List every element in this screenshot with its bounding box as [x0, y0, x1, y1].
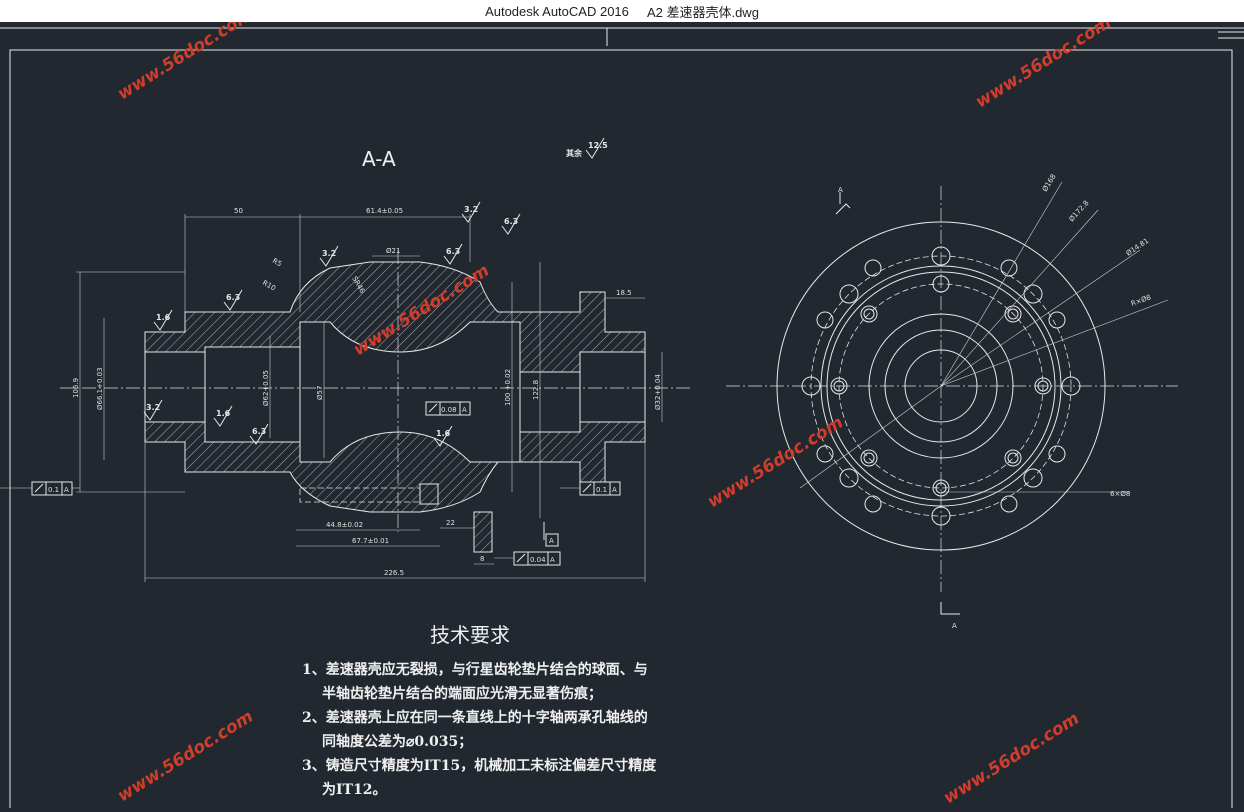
section-label: A-A	[362, 147, 396, 171]
dim-226: 226.5	[384, 569, 404, 577]
rough-9: 1.6	[216, 409, 231, 418]
flange-view: Ø168 Ø172.8 Ø14.81 R×Ø8 6×Ø8 A A	[726, 173, 1178, 630]
app-name: Autodesk AutoCAD 2016	[485, 3, 629, 19]
watermark: www.56doc.com	[114, 707, 257, 807]
bolt-hole	[1048, 445, 1066, 463]
dim-8: 8	[480, 555, 484, 563]
watermark: www.56doc.com	[972, 22, 1115, 112]
tech-req-line-3: 2、差速器壳上应在同一条直线上的十字轴两承孔轴线的	[302, 709, 648, 726]
dim-106: 106.9	[72, 378, 80, 398]
dim-r5: R5	[271, 257, 283, 269]
svg-text:0.04: 0.04	[530, 556, 546, 564]
cad-drawing[interactable]: A-A 其余 12.5 50 61.4±0.05 18.5 R5 R10 SR4…	[0, 5, 1244, 811]
flange-dim-six-holes: 6×Ø8	[1110, 490, 1130, 498]
view-a-top-label: A	[838, 186, 843, 194]
svg-text:A: A	[64, 486, 69, 494]
dim-r10: R10	[261, 279, 277, 293]
datum-a-marker: A	[543, 522, 559, 547]
flange-dim-radius: R×Ø8	[1130, 293, 1152, 308]
housing-lower-section	[144, 421, 646, 513]
title-bar: Autodesk AutoCAD 2016 A2 差速器壳体.dwg	[0, 0, 1244, 22]
dim-61: 61.4±0.05	[366, 207, 403, 215]
flange-bottom-lug	[473, 511, 493, 553]
tech-req-title: 技术要求	[430, 623, 510, 647]
watermark: www.56doc.com	[940, 709, 1083, 808]
dim-122: 122.8	[532, 380, 540, 400]
tech-req-line-6: 为IT12。	[322, 781, 386, 798]
drawing-canvas[interactable]: A-A 其余 12.5 50 61.4±0.05 18.5 R5 R10 SR4…	[0, 5, 1244, 811]
flange-dim-pitch: Ø172.8	[1068, 199, 1091, 223]
dim-66: Ø66.1+0.03	[96, 367, 104, 410]
rough-3: 1.6	[156, 313, 171, 322]
rough-all-label: 其余	[566, 148, 583, 158]
dim-67: 67.7±0.01	[352, 537, 389, 545]
file-name: A2 差速器壳体.dwg	[646, 4, 759, 20]
tolerance-frame-bottom: 0.04 A	[494, 551, 561, 566]
bolt-hole	[1004, 449, 1022, 467]
tech-req-line-2: 半轴齿轮垫片结合的端面应光滑无显著伤痕；	[322, 685, 602, 702]
dim-18: 18.5	[616, 289, 632, 297]
bolt-hole	[864, 259, 882, 277]
svg-text:0.1: 0.1	[596, 486, 607, 494]
dim-44: 44.8±0.02	[326, 521, 363, 529]
tech-req-line-5: 3、铸造尺寸精度为IT15，机械加工未标注偏差尺寸精度	[302, 757, 657, 774]
dim-32: Ø32+0.04	[654, 374, 662, 410]
tolerance-frame-left: 0.1 A	[0, 481, 80, 496]
view-a-bottom-label: A	[952, 622, 957, 630]
technical-requirements: 技术要求 1、差速器壳应无裂损，与行星齿轮垫片结合的球面、与 半轴齿轮垫片结合的…	[302, 623, 657, 798]
rough-10: 1.6	[436, 429, 451, 438]
dim-phi21: Ø21	[386, 247, 400, 255]
dim-100: 100 +0.02	[504, 369, 512, 406]
svg-text:0.08: 0.08	[441, 406, 457, 414]
watermark: www.56doc.com	[114, 22, 257, 104]
bolt-hole	[864, 495, 882, 513]
flange-dim-hole: Ø14.81	[1125, 237, 1151, 258]
bolt-hole	[816, 311, 834, 329]
svg-text:A: A	[612, 486, 617, 494]
svg-text:A: A	[462, 406, 467, 414]
dim-22: 22	[446, 519, 455, 527]
tolerance-frame-right: 0.1 A	[560, 481, 621, 496]
tech-req-line-4: 同轴度公差为⌀0.035；	[322, 733, 472, 750]
tech-req-line-1: 1、差速器壳应无裂损，与行星齿轮垫片结合的球面、与	[302, 661, 648, 678]
svg-text:0.1: 0.1	[48, 486, 59, 494]
flange-dim-outer: Ø168	[1041, 173, 1058, 193]
dim-57: Ø57	[316, 386, 324, 400]
dim-62: Ø62+0.05	[262, 370, 270, 406]
svg-text:A: A	[550, 556, 555, 564]
bolt-hole	[839, 284, 859, 304]
bolt-hole	[1000, 495, 1018, 513]
bolt-hole	[1048, 311, 1066, 329]
svg-text:A: A	[549, 537, 554, 545]
tolerance-frame-mid: 0.08 A	[425, 401, 471, 416]
watermarks: www.56doc.com www.56doc.com www.56doc.co…	[114, 5, 1115, 809]
dim-50: 50	[234, 207, 243, 215]
